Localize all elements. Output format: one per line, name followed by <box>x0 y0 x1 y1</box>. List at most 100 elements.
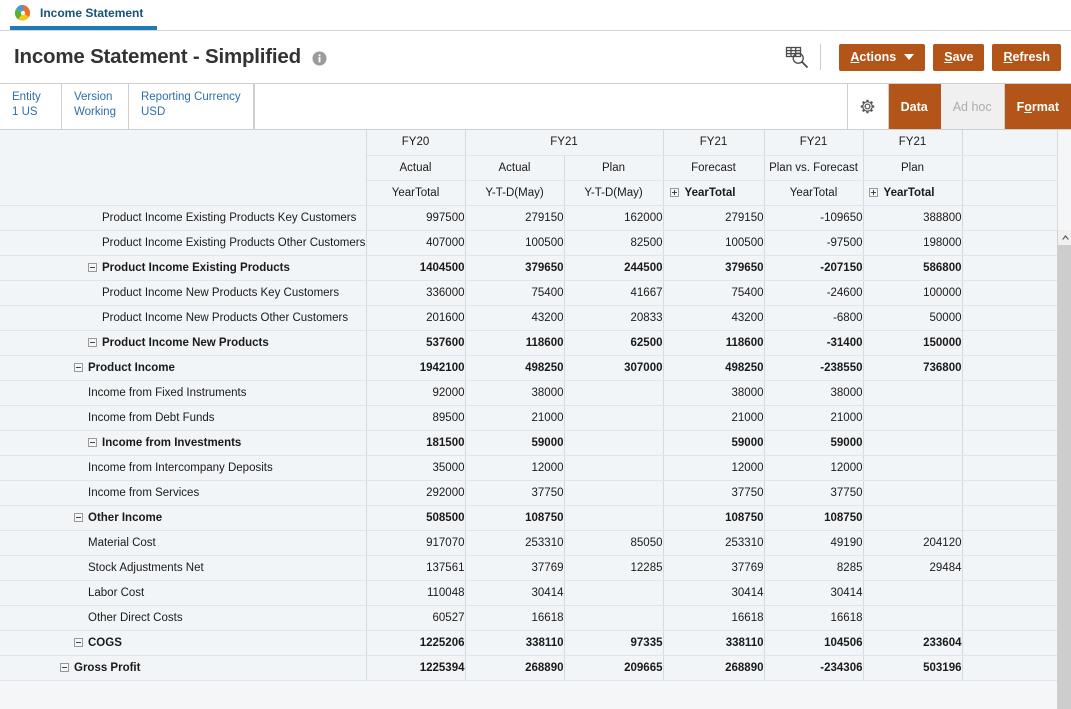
row-header-cell[interactable]: Stock Adjustments Net <box>0 555 366 580</box>
data-cell[interactable]: 1942100 <box>366 355 465 380</box>
data-cell[interactable]: 118600 <box>663 330 764 355</box>
collapse-minus-icon[interactable] <box>74 638 83 647</box>
data-cell[interactable]: 1404500 <box>366 255 465 280</box>
data-cell[interactable]: 110048 <box>366 580 465 605</box>
data-cell[interactable]: 162000 <box>564 205 663 230</box>
col-year-fy21-forecast[interactable]: FY21 <box>663 130 764 155</box>
data-cell[interactable]: 12285 <box>564 555 663 580</box>
row-header-cell[interactable]: Income from Debt Funds <box>0 405 366 430</box>
data-cell[interactable]: 498250 <box>663 355 764 380</box>
data-cell[interactable]: 292000 <box>366 480 465 505</box>
collapse-minus-icon[interactable] <box>74 363 83 372</box>
collapse-minus-icon[interactable] <box>88 263 97 272</box>
data-cell[interactable]: 338110 <box>465 630 564 655</box>
col-scenario-4[interactable]: Plan vs. Forecast <box>764 155 863 180</box>
row-header-cell[interactable]: Product Income New Products Other Custom… <box>0 305 366 330</box>
data-cell[interactable]: 201600 <box>366 305 465 330</box>
scroll-thumb[interactable] <box>1058 245 1071 709</box>
pov-item-version[interactable]: Version Working <box>62 84 129 129</box>
data-cell[interactable]: 97335 <box>564 630 663 655</box>
data-cell[interactable]: 82500 <box>564 230 663 255</box>
data-cell[interactable]: 1225206 <box>366 630 465 655</box>
data-cell[interactable]: 16618 <box>663 605 764 630</box>
gear-icon[interactable] <box>847 84 889 129</box>
col-period-0[interactable]: YearTotal <box>366 180 465 205</box>
col-scenario-2[interactable]: Plan <box>564 155 663 180</box>
data-cell[interactable] <box>564 580 663 605</box>
row-header-cell[interactable]: Income from Fixed Instruments <box>0 380 366 405</box>
data-cell[interactable]: 38000 <box>663 380 764 405</box>
grid-vertical-scrollbar[interactable] <box>1057 230 1071 709</box>
data-cell[interactable]: 43200 <box>465 305 564 330</box>
col-year-fy20-1[interactable]: FY20 <box>366 130 465 155</box>
data-cell[interactable] <box>863 455 962 480</box>
data-cell[interactable]: 498250 <box>465 355 564 380</box>
row-header-cell[interactable]: Product Income New Products Key Customer… <box>0 280 366 305</box>
data-cell[interactable] <box>564 380 663 405</box>
data-cell[interactable]: 508500 <box>366 505 465 530</box>
data-cell[interactable]: 89500 <box>366 405 465 430</box>
data-cell[interactable]: 997500 <box>366 205 465 230</box>
data-cell[interactable]: 12000 <box>764 455 863 480</box>
row-header-cell[interactable]: COGS <box>0 630 366 655</box>
data-cell[interactable]: 209665 <box>564 655 663 680</box>
collapse-minus-icon[interactable] <box>74 513 83 522</box>
data-cell[interactable] <box>564 605 663 630</box>
row-header-cell[interactable]: Income from Intercompany Deposits <box>0 455 366 480</box>
scroll-up-icon[interactable] <box>1058 230 1071 245</box>
row-header-cell[interactable]: Other Direct Costs <box>0 605 366 630</box>
data-cell[interactable]: 338110 <box>663 630 764 655</box>
col-scenario-3[interactable]: Forecast <box>663 155 764 180</box>
col-scenario-5[interactable]: Plan <box>863 155 962 180</box>
data-cell[interactable]: 336000 <box>366 280 465 305</box>
data-cell[interactable]: -24600 <box>764 280 863 305</box>
pov-item-entity[interactable]: Entity 1 US <box>0 84 62 129</box>
mode-button-data[interactable]: Data <box>889 84 941 129</box>
data-cell[interactable] <box>863 505 962 530</box>
row-header-cell[interactable]: Product Income Existing Products Other C… <box>0 230 366 255</box>
data-cell[interactable]: 268890 <box>663 655 764 680</box>
data-cell[interactable]: 38000 <box>764 380 863 405</box>
data-cell[interactable]: 253310 <box>465 530 564 555</box>
data-cell[interactable]: 108750 <box>465 505 564 530</box>
col-period-3[interactable]: YearTotal <box>663 180 764 205</box>
data-cell[interactable]: -97500 <box>764 230 863 255</box>
data-cell[interactable] <box>863 580 962 605</box>
data-cell[interactable]: -109650 <box>764 205 863 230</box>
row-header-cell[interactable]: Product Income New Products <box>0 330 366 355</box>
row-header-cell[interactable]: Product Income Existing Products <box>0 255 366 280</box>
data-cell[interactable]: 30414 <box>764 580 863 605</box>
data-cell[interactable]: 279150 <box>663 205 764 230</box>
data-cell[interactable]: 917070 <box>366 530 465 555</box>
data-cell[interactable]: -238550 <box>764 355 863 380</box>
data-cell[interactable]: 35000 <box>366 455 465 480</box>
data-cell[interactable]: 108750 <box>663 505 764 530</box>
row-header-cell[interactable]: Product Income <box>0 355 366 380</box>
col-period-4[interactable]: YearTotal <box>764 180 863 205</box>
data-cell[interactable]: 736800 <box>863 355 962 380</box>
data-cell[interactable]: 75400 <box>465 280 564 305</box>
row-header-cell[interactable]: Material Cost <box>0 530 366 555</box>
data-cell[interactable]: 407000 <box>366 230 465 255</box>
data-cell[interactable]: 307000 <box>564 355 663 380</box>
data-cell[interactable]: 100500 <box>663 230 764 255</box>
data-cell[interactable]: 37750 <box>465 480 564 505</box>
data-cell[interactable] <box>564 405 663 430</box>
data-cell[interactable]: 59000 <box>465 430 564 455</box>
save-button[interactable]: Save <box>933 44 984 71</box>
data-cell[interactable]: 21000 <box>764 405 863 430</box>
data-cell[interactable]: 85050 <box>564 530 663 555</box>
data-cell[interactable]: 59000 <box>764 430 863 455</box>
data-cell[interactable]: 204120 <box>863 530 962 555</box>
col-year-fy21-group[interactable]: FY21 <box>465 130 663 155</box>
data-cell[interactable]: 108750 <box>764 505 863 530</box>
row-header-cell[interactable]: Income from Investments <box>0 430 366 455</box>
info-icon[interactable] <box>301 48 327 66</box>
data-cell[interactable]: 268890 <box>465 655 564 680</box>
row-header-cell[interactable]: Product Income Existing Products Key Cus… <box>0 205 366 230</box>
row-header-cell[interactable]: Income from Services <box>0 480 366 505</box>
data-cell[interactable]: 21000 <box>663 405 764 430</box>
data-cell[interactable]: 16618 <box>764 605 863 630</box>
data-cell[interactable]: 12000 <box>465 455 564 480</box>
expand-plus-icon[interactable] <box>670 188 679 197</box>
